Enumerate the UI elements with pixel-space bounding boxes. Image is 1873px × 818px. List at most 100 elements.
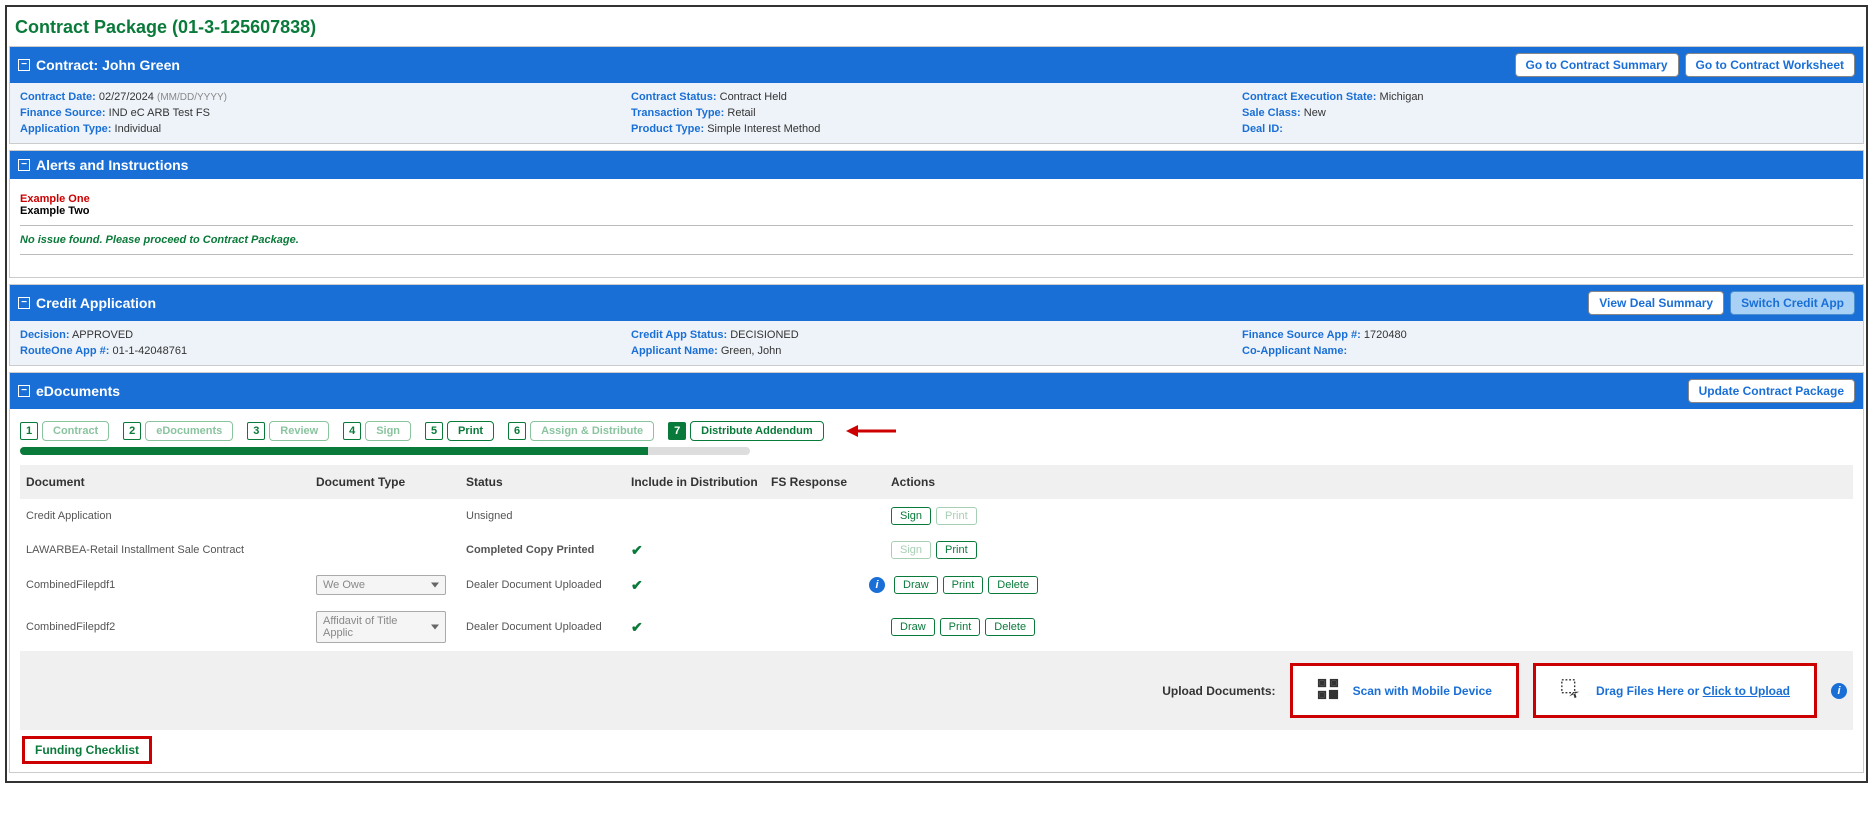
credit-app-panel: − Credit Application View Deal Summary S… <box>9 284 1864 366</box>
doc-name: LAWARBEA-Retail Installment Sale Contrac… <box>26 544 316 556</box>
credit-app-header: − Credit Application View Deal Summary S… <box>10 285 1863 321</box>
upload-documents-label: Upload Documents: <box>1162 684 1275 698</box>
doc-type-cell: Affidavit of Title Applic <box>316 611 466 643</box>
sign-button: Sign <box>891 541 931 559</box>
doc-type-select[interactable]: We Owe <box>316 575 446 595</box>
col-header-document: Document <box>26 475 316 489</box>
doc-actions-cell: Draw PrintDelete <box>891 618 1847 636</box>
doc-include-cell: ✔ <box>631 619 771 636</box>
alert-line-2: Example Two <box>20 205 1853 217</box>
doc-actions-cell: Sign Print <box>891 541 1847 559</box>
page-title: Contract Package (01-3-125607838) <box>9 9 1864 46</box>
switch-credit-app-button[interactable]: Switch Credit App <box>1730 291 1855 315</box>
info-icon[interactable]: i <box>1831 683 1847 699</box>
col-header-type: Document Type <box>316 475 466 489</box>
application-type-value: Individual <box>115 123 161 135</box>
documents-table: Document Document Type Status Include in… <box>20 465 1853 651</box>
credit-app-status-label: Credit App Status: <box>631 329 727 341</box>
view-deal-summary-button[interactable]: View Deal Summary <box>1588 291 1724 315</box>
collapse-icon[interactable]: − <box>18 59 30 71</box>
table-row: Credit ApplicationUnsignedSignPrint <box>20 499 1853 533</box>
applicant-name-value: Green, John <box>721 345 782 357</box>
scan-mobile-label: Scan with Mobile Device <box>1353 684 1492 698</box>
transaction-type-label: Transaction Type: <box>631 107 724 119</box>
product-type-value: Simple Interest Method <box>707 123 820 135</box>
table-row: LAWARBEA-Retail Installment Sale Contrac… <box>20 533 1853 567</box>
col-header-actions: Actions <box>891 475 1847 489</box>
sign-button[interactable]: Sign <box>891 507 931 525</box>
edocuments-title: eDocuments <box>36 383 120 399</box>
check-icon: ✔ <box>631 619 643 635</box>
deal-id-label: Deal ID: <box>1242 123 1283 135</box>
progress-bar <box>20 447 750 455</box>
step-contract-button[interactable]: Contract <box>42 421 109 441</box>
print-button[interactable]: Print <box>943 576 984 594</box>
step-print-button[interactable]: Print <box>447 421 494 441</box>
upload-documents-row: Upload Documents: Scan with Mobile Devic… <box>20 651 1853 730</box>
update-contract-package-button[interactable]: Update Contract Package <box>1688 379 1855 403</box>
doc-status: Dealer Document Uploaded <box>466 579 631 591</box>
divider <box>20 225 1853 226</box>
product-type-label: Product Type: <box>631 123 704 135</box>
sale-class-value: New <box>1304 107 1326 119</box>
doc-actions-cell: iDrawPrintDelete <box>891 576 1847 594</box>
routeone-app-label: RouteOne App #: <box>20 345 109 357</box>
step-bar: 1Contract 2eDocuments 3Review 4Sign 5Pri… <box>20 417 1853 443</box>
goto-contract-summary-button[interactable]: Go to Contract Summary <box>1515 53 1679 77</box>
contract-status-label: Contract Status: <box>631 91 717 103</box>
step-assign-distribute-button[interactable]: Assign & Distribute <box>530 421 654 441</box>
col-header-include: Include in Distribution <box>631 475 771 489</box>
check-icon: ✔ <box>631 577 643 593</box>
info-icon[interactable]: i <box>869 577 885 593</box>
step-2-number: 2 <box>123 422 141 440</box>
finance-source-value: IND eC ARB Test FS <box>109 107 210 119</box>
finance-source-label: Finance Source: <box>20 107 106 119</box>
doc-actions-cell: SignPrint <box>891 507 1847 525</box>
contract-status-value: Contract Held <box>720 91 787 103</box>
collapse-icon[interactable]: − <box>18 385 30 397</box>
decision-label: Decision: <box>20 329 70 341</box>
qr-icon <box>1317 678 1339 703</box>
contract-date-format: (MM/DD/YYYY) <box>157 92 227 103</box>
delete-button[interactable]: Delete <box>985 618 1035 636</box>
doc-include-cell: ✔ <box>631 577 771 594</box>
contract-header-title: Contract: John Green <box>36 57 180 73</box>
table-row: CombinedFilepdf1We OweDealer Document Up… <box>20 567 1853 603</box>
drag-upload-label: Drag Files Here or Click to Upload <box>1596 684 1790 698</box>
check-icon: ✔ <box>631 542 643 558</box>
collapse-icon[interactable]: − <box>18 297 30 309</box>
doc-type-select[interactable]: Affidavit of Title Applic <box>316 611 446 643</box>
doc-status: Completed Copy Printed <box>466 544 631 556</box>
step-distribute-addendum-button[interactable]: Distribute Addendum <box>690 421 823 441</box>
table-row: CombinedFilepdf2Affidavit of Title Appli… <box>20 603 1853 651</box>
contract-panel-header: − Contract: John Green Go to Contract Su… <box>10 47 1863 83</box>
print-button[interactable]: Print <box>940 618 981 636</box>
decision-value: APPROVED <box>72 329 133 341</box>
step-review-button[interactable]: Review <box>269 421 329 441</box>
edocuments-panel: − eDocuments Update Contract Package 1Co… <box>9 372 1864 773</box>
contract-date-value: 02/27/2024 <box>99 91 154 103</box>
step-4-number: 4 <box>343 422 361 440</box>
doc-type-cell: We Owe <box>316 575 466 595</box>
print-button[interactable]: Print <box>936 541 977 559</box>
doc-status: Unsigned <box>466 510 631 522</box>
execution-state-value: Michigan <box>1380 91 1424 103</box>
drag-upload-button[interactable]: Drag Files Here or Click to Upload <box>1533 663 1817 718</box>
routeone-app-value: 01-1-42048761 <box>113 345 188 357</box>
sale-class-label: Sale Class: <box>1242 107 1301 119</box>
goto-contract-worksheet-button[interactable]: Go to Contract Worksheet <box>1685 53 1855 77</box>
divider <box>20 254 1853 255</box>
delete-button[interactable]: Delete <box>988 576 1038 594</box>
contract-date-label: Contract Date: <box>20 91 96 103</box>
alert-line-1: Example One <box>20 193 1853 205</box>
edocuments-header: − eDocuments Update Contract Package <box>10 373 1863 409</box>
co-applicant-name-label: Co-Applicant Name: <box>1242 345 1347 357</box>
step-6-number: 6 <box>508 422 526 440</box>
collapse-icon[interactable]: − <box>18 159 30 171</box>
draw-button[interactable]: Draw <box>891 618 935 636</box>
step-edocuments-button[interactable]: eDocuments <box>145 421 233 441</box>
funding-checklist-button[interactable]: Funding Checklist <box>27 741 147 759</box>
step-sign-button[interactable]: Sign <box>365 421 411 441</box>
scan-mobile-device-button[interactable]: Scan with Mobile Device <box>1290 663 1519 718</box>
draw-button[interactable]: Draw <box>894 576 938 594</box>
